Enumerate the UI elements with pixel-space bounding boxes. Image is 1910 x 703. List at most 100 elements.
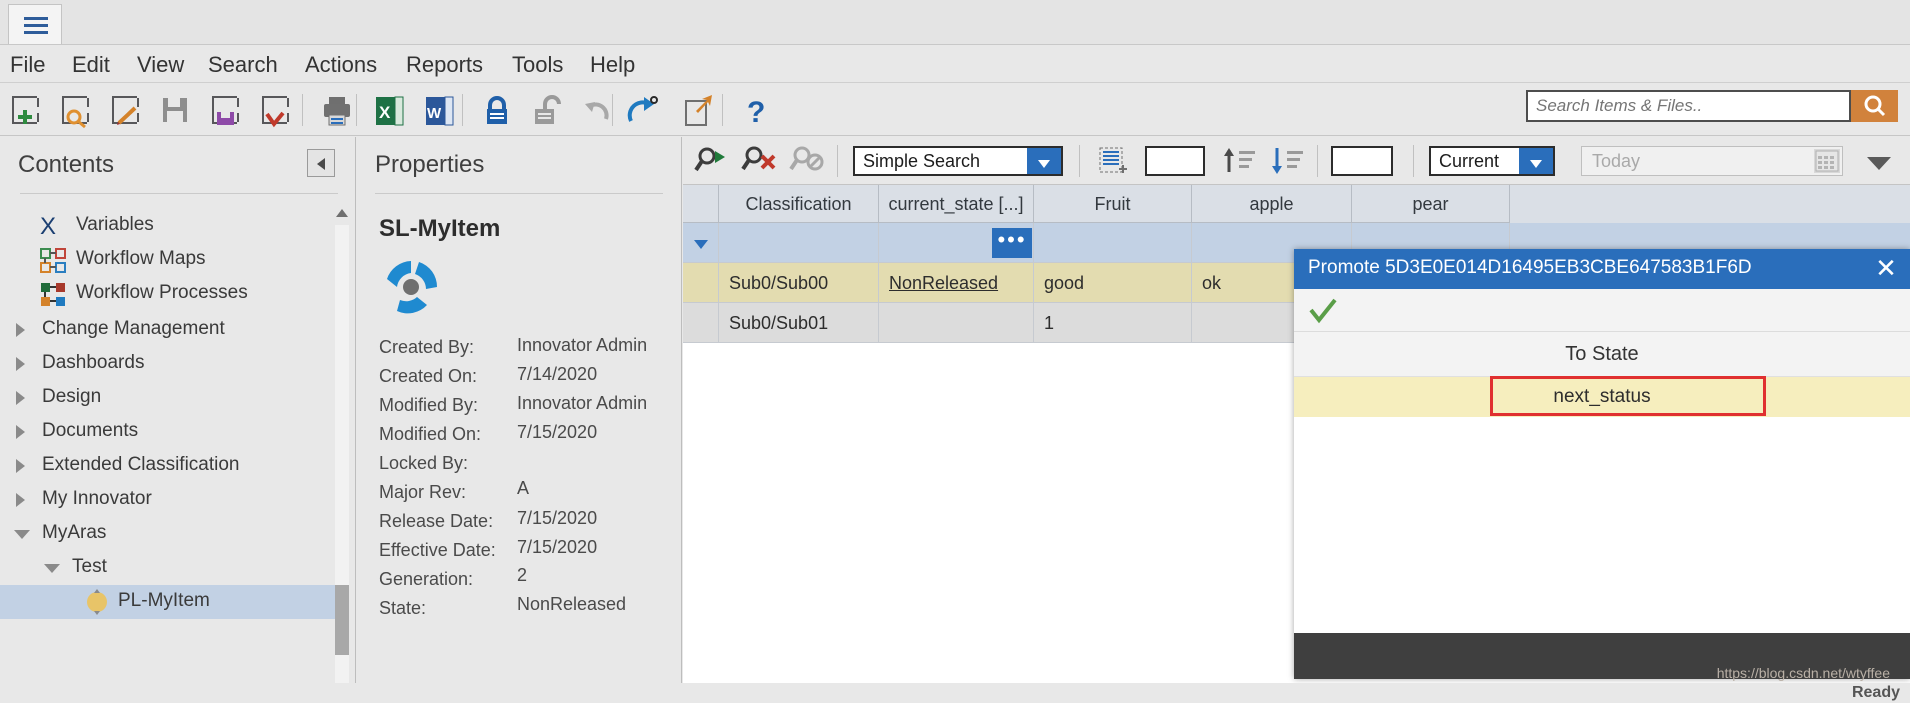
prop-label-state: State: [379, 598, 427, 618]
chevron-down-icon[interactable] [14, 530, 30, 539]
date-input[interactable]: Today [1581, 146, 1843, 176]
chevron-right-icon[interactable] [16, 323, 25, 337]
menu-edit[interactable]: Edit [72, 53, 110, 77]
magnifier-icon [1864, 95, 1886, 117]
scroll-track[interactable] [335, 225, 349, 699]
chevron-right-icon[interactable] [16, 425, 25, 439]
grid-col-select[interactable] [683, 185, 719, 223]
chevron-right-icon[interactable] [16, 391, 25, 405]
revision-mode-value: Current [1439, 151, 1500, 171]
grid-col-current-state[interactable]: current_state [...] [879, 185, 1034, 223]
grid-col-pear[interactable]: pear [1352, 185, 1510, 223]
chevron-right-icon[interactable] [16, 493, 25, 507]
menu-help[interactable]: Help [590, 53, 635, 77]
chevron-right-icon[interactable] [16, 357, 25, 371]
cell-fruit[interactable]: good [1034, 263, 1192, 303]
insert-row-icon[interactable] [1093, 142, 1131, 180]
new-item-icon[interactable] [6, 91, 44, 129]
close-icon[interactable]: ✕ [1870, 253, 1902, 285]
menubar: File Edit View Search Actions Reports To… [0, 45, 1910, 83]
sort-ascending-icon[interactable] [1221, 142, 1259, 180]
page-size-input[interactable] [1145, 146, 1205, 176]
lock-icon[interactable] [478, 91, 516, 129]
sidebar-item-pl-myitem[interactable]: PL-MyItem [0, 585, 338, 619]
highlight-annotation [1490, 376, 1766, 416]
sidebar-item-design[interactable]: Design [0, 381, 320, 415]
watermark: https://blog.csdn.net/wtyffee [1716, 665, 1890, 681]
menu-reports[interactable]: Reports [406, 53, 483, 77]
scroll-up-icon[interactable] [336, 209, 348, 217]
row-selector[interactable] [683, 263, 719, 303]
export-excel-icon[interactable]: X [370, 91, 408, 129]
scroll-thumb[interactable] [335, 585, 349, 655]
copy-item-icon[interactable] [680, 91, 718, 129]
collapse-left-icon[interactable] [307, 149, 335, 177]
sidebar-item-test[interactable]: Test [0, 551, 320, 585]
grid-col-apple[interactable]: apple [1192, 185, 1352, 223]
main-menu-tab[interactable] [8, 4, 62, 45]
clear-search-icon[interactable] [741, 142, 779, 180]
green-check-icon[interactable] [1306, 293, 1340, 327]
cell-classification[interactable]: Sub0/Sub01 [719, 303, 879, 343]
contents-scrollbar[interactable] [335, 209, 349, 699]
menu-search[interactable]: Search [208, 53, 278, 77]
sidebar-item-myaras[interactable]: MyAras [0, 517, 320, 551]
sort-descending-icon[interactable] [1269, 142, 1307, 180]
sidebar-item-change-management[interactable]: Change Management [0, 313, 320, 347]
chevron-down-icon[interactable] [44, 564, 60, 573]
help-icon[interactable]: ? [738, 91, 776, 129]
filter-fruit[interactable] [1034, 223, 1192, 263]
revision-mode-select[interactable]: Current [1429, 146, 1555, 176]
sidebar-item-workflow-processes[interactable]: Workflow Processes [0, 277, 320, 311]
prop-value-created-by: Innovator Admin [517, 335, 648, 355]
prop-value-generation: 2 [517, 565, 528, 585]
filter-more-button[interactable]: ••• [992, 228, 1032, 258]
chevron-right-icon[interactable] [16, 459, 25, 473]
search-mode-select[interactable]: Simple Search [853, 146, 1063, 176]
dialog-toolbar [1294, 289, 1910, 332]
grid-col-fruit[interactable]: Fruit [1034, 185, 1192, 223]
calendar-icon[interactable] [1814, 149, 1840, 173]
run-search-icon[interactable] [693, 142, 731, 180]
sidebar-item-my-innovator[interactable]: My Innovator [0, 483, 320, 517]
export-word-icon[interactable]: W [420, 91, 458, 129]
done-icon[interactable] [256, 91, 294, 129]
print-icon[interactable] [318, 91, 356, 129]
search-item-icon[interactable] [56, 91, 94, 129]
prop-value-created-on: 7/14/2020 [517, 364, 598, 384]
sidebar-item-dashboards[interactable]: Dashboards [0, 347, 320, 381]
menu-file[interactable]: File [10, 53, 45, 77]
prop-label-locked-by: Locked By: [379, 453, 469, 473]
cell-current-state[interactable]: NonReleased [879, 263, 1034, 303]
sidebar-item-variables[interactable]: X Variables [0, 209, 320, 243]
save-icon[interactable] [156, 91, 194, 129]
cell-current-state[interactable] [879, 303, 1034, 343]
properties-title: Properties [375, 151, 485, 178]
menu-tools[interactable]: Tools [512, 53, 563, 77]
chevron-down-icon[interactable] [1519, 148, 1553, 174]
sidebar-item-documents[interactable]: Documents [0, 415, 320, 449]
promote-dialog: Promote 5D3E0E014D16495EB3CBE647583B1F6D… [1294, 249, 1910, 679]
undo-icon[interactable] [578, 91, 616, 129]
sidebar-item-workflow-maps[interactable]: Workflow Maps [0, 243, 320, 277]
sidebar-item-extended-classification[interactable]: Extended Classification [0, 449, 320, 483]
row-selector[interactable] [683, 303, 719, 343]
cell-classification[interactable]: Sub0/Sub00 [719, 263, 879, 303]
menu-view[interactable]: View [137, 53, 184, 77]
search-button[interactable] [1851, 90, 1898, 122]
filter-classification[interactable] [719, 223, 879, 263]
unlock-icon[interactable] [528, 91, 566, 129]
disable-search-icon[interactable] [789, 142, 827, 180]
row-expander[interactable] [683, 223, 719, 263]
grid-col-classification[interactable]: Classification [719, 185, 879, 223]
search-input[interactable] [1526, 90, 1851, 122]
page-number-input[interactable] [1331, 146, 1393, 176]
chevron-down-icon[interactable] [1862, 142, 1896, 180]
promote-icon[interactable] [622, 91, 660, 129]
cell-fruit[interactable]: 1 [1034, 303, 1192, 343]
save-as-icon[interactable] [206, 91, 244, 129]
edit-item-icon[interactable] [106, 91, 144, 129]
menu-actions[interactable]: Actions [305, 53, 377, 77]
chevron-down-icon[interactable] [1027, 148, 1061, 174]
filter-current-state[interactable]: ••• [879, 223, 1034, 263]
